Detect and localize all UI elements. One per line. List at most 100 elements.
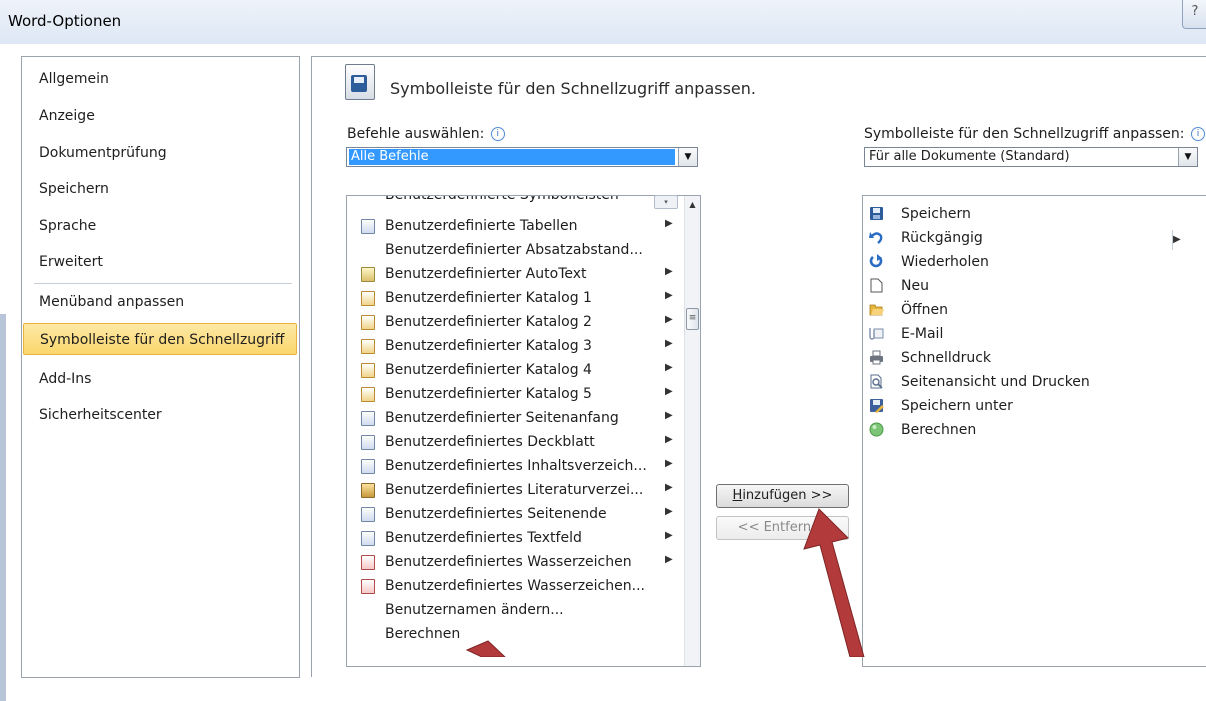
remove-button[interactable]: << Entfernen [716, 516, 849, 540]
submenu-arrow-icon: ▶ [665, 314, 673, 325]
list-item-label: Rückgängig [901, 230, 983, 246]
sidebar-item-allgemein[interactable]: Allgemein [23, 63, 297, 95]
list-item[interactable]: Schnelldruck [863, 347, 1203, 371]
list-item-label: Benutzerdefiniertes Wasserzeichen [385, 554, 632, 570]
list-item-label: Benutzerdefinierter Absatzabstand... [385, 242, 643, 258]
list-item[interactable]: Benutzerdefiniertes Wasserzeichen ▶ [347, 551, 683, 575]
toolbar-scope-value: Für alle Dokumente (Standard) [869, 149, 1070, 164]
sidebar-item-dokumentpruefung[interactable]: Dokumentprüfung [23, 137, 297, 169]
list-item-label: Benutzerdefinierter AutoText [385, 266, 587, 282]
list-item[interactable]: Benutzerdefinierter Katalog 5 ▶ [347, 383, 683, 407]
list-item[interactable]: Benutzerdefinierter Katalog 1 ▶ [347, 287, 683, 311]
list-item[interactable]: Benutzerdefinierter Absatzabstand... [347, 239, 683, 263]
list-item-label: Benutzerdefiniertes Seitenende [385, 506, 607, 522]
sidebar-item-schnellzugriff[interactable]: Symbolleiste für den Schnellzugriff [23, 323, 297, 355]
sidebar-item-sprache[interactable]: Sprache [23, 210, 297, 242]
submenu-arrow-icon: ▶ [665, 290, 673, 301]
collapse-icon[interactable]: ▾ [654, 195, 678, 209]
list-item[interactable]: Benutzerdefinierter Katalog 2 ▶ [347, 311, 683, 335]
commands-scrollbar[interactable]: ▲ ≡ [684, 196, 700, 666]
watermark-icon [361, 555, 375, 570]
list-item[interactable]: Benutzerdefinierte Tabellen ▶ [347, 215, 683, 239]
submenu-arrow-icon[interactable]: ▶ [1173, 234, 1181, 245]
list-item[interactable]: Benutzerdefinierter Katalog 4 ▶ [347, 359, 683, 383]
bibliography-icon [361, 483, 375, 498]
chevron-down-icon[interactable]: ▼ [1178, 148, 1197, 166]
list-item-label: Benutzerdefiniertes Deckblatt [385, 434, 595, 450]
submenu-arrow-icon: ▶ [665, 434, 673, 445]
list-item-label: Benutzerdefiniertes Textfeld [385, 530, 582, 546]
window-title: Word-Optionen [8, 12, 122, 30]
email-icon [869, 328, 884, 340]
list-item-label: Berechnen [901, 422, 977, 438]
list-item[interactable]: Benutzerdefiniertes Textfeld ▶ [347, 527, 683, 551]
gallery-icon [361, 339, 375, 354]
submenu-arrow-icon: ▶ [665, 338, 673, 349]
list-item[interactable]: Speichern unter [863, 395, 1203, 419]
autotext-icon [361, 267, 375, 282]
page-title: Symbolleiste für den Schnellzugriff anpa… [390, 79, 756, 98]
cover-page-icon [361, 435, 375, 450]
open-folder-icon [869, 304, 884, 316]
add-button[interactable]: Hinzufügen >> [716, 484, 849, 508]
list-item[interactable]: Benutzerdefinierter Seitenanfang ▶ [347, 407, 683, 431]
list-item[interactable]: Benutzerdefinierter Katalog 3 ▶ [347, 335, 683, 359]
list-item[interactable]: Benutzerdefiniertes Inhaltsverzeich... ▶ [347, 455, 683, 479]
list-item[interactable]: Wiederholen [863, 251, 1203, 275]
table-of-contents-icon [361, 459, 375, 474]
info-icon[interactable]: i [1190, 127, 1205, 141]
scroll-up-icon[interactable]: ▲ [685, 198, 700, 212]
list-item-label: Benutzerdefinierter Seitenanfang [385, 410, 619, 426]
commands-label-text: Befehle auswählen: [347, 126, 485, 142]
toolbar-scope-select[interactable]: Für alle Dokumente (Standard) ▼ [864, 147, 1198, 167]
list-item[interactable]: Benutzerdefiniertes Literaturverzei... ▶ [347, 479, 683, 503]
sidebar-item-erweitert[interactable]: Erweitert [23, 246, 297, 278]
list-item[interactable]: Rückgängig [863, 227, 1203, 251]
list-item[interactable]: Berechnen [347, 623, 683, 647]
sidebar-item-speichern[interactable]: Speichern [23, 173, 297, 205]
list-item-label: Benutzerdefinierter Katalog 1 [385, 290, 592, 306]
list-item-label: Benutzerdefinierter Katalog 4 [385, 362, 592, 378]
list-item[interactable]: Benutzernamen ändern... [347, 599, 683, 623]
list-item[interactable]: Öffnen [863, 299, 1203, 323]
list-item-label: Neu [901, 278, 929, 294]
list-item[interactable]: Benutzerdefinierter AutoText ▶ [347, 263, 683, 287]
submenu-arrow-icon: ▶ [665, 506, 673, 517]
watermark-icon [361, 579, 375, 594]
submenu-arrow-icon: ▶ [665, 554, 673, 565]
gallery-icon [361, 315, 375, 330]
list-item-label: Benutzerdefiniertes Wasserzeichen... [385, 578, 645, 594]
list-item[interactable]: Neu [863, 275, 1203, 299]
toolbar-commands-list[interactable]: Speichern Rückgängig Wiederholen Neu Öff… [862, 195, 1206, 667]
submenu-arrow-icon: ▶ [665, 458, 673, 469]
gallery-icon [361, 387, 375, 402]
submenu-arrow-icon: ▶ [665, 266, 673, 277]
info-icon[interactable]: i [490, 127, 505, 141]
help-button[interactable]: ? [1182, 0, 1206, 29]
list-item[interactable]: E-Mail [863, 323, 1203, 347]
header-icon [361, 411, 375, 426]
submenu-arrow-icon: ▶ [665, 530, 673, 541]
add-button-accesskey: H [732, 488, 743, 503]
list-item[interactable]: Benutzerdefiniertes Seitenende ▶ [347, 503, 683, 527]
commands-list[interactable]: Benutzerdefinierte Symbolleisten Benutze… [346, 195, 701, 667]
scroll-thumb[interactable]: ≡ [686, 308, 699, 330]
submenu-arrow-icon: ▶ [665, 362, 673, 373]
sidebar-item-anzeige[interactable]: Anzeige [23, 100, 297, 132]
list-item[interactable]: Speichern [863, 203, 1203, 227]
gallery-icon [361, 363, 375, 378]
commands-category-select[interactable]: Alle Befehle ▼ [346, 147, 698, 167]
sidebar-item-addins[interactable]: Add-Ins [23, 363, 297, 395]
chevron-down-icon[interactable]: ▼ [678, 148, 697, 166]
textbox-icon [361, 531, 375, 546]
list-item-label: Öffnen [901, 302, 949, 318]
submenu-arrow-icon: ▶ [665, 410, 673, 421]
list-item[interactable]: Berechnen [863, 419, 1203, 443]
list-item[interactable]: Seitenansicht und Drucken [863, 371, 1203, 395]
list-item[interactable]: Benutzerdefiniertes Deckblatt ▶ [347, 431, 683, 455]
footer-icon [361, 507, 375, 522]
list-item[interactable]: Benutzerdefiniertes Wasserzeichen... [347, 575, 683, 599]
sidebar-item-menueband[interactable]: Menüband anpassen [23, 286, 297, 318]
sidebar-item-sicherheitscenter[interactable]: Sicherheitscenter [23, 399, 297, 431]
list-item-label: Schnelldruck [901, 350, 992, 366]
